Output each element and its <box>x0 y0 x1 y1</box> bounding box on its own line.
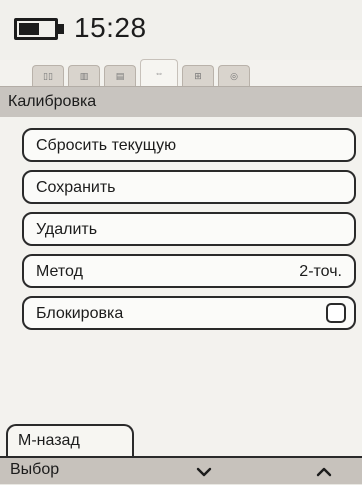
status-bar: 15:28 <box>0 0 362 60</box>
battery-tip <box>58 24 64 34</box>
tab-icon-3: ▤ <box>115 70 125 81</box>
back-label: M-назад <box>18 432 80 449</box>
method-value: 2-точ. <box>299 263 342 280</box>
tab-icon-2: ▥ <box>79 70 89 81</box>
tab-1[interactable]: ▯▯ <box>32 65 64 86</box>
page-title: Калибровка <box>8 93 97 110</box>
battery-icon <box>14 18 58 40</box>
chevron-up-icon[interactable] <box>316 464 332 480</box>
menu-item-lock[interactable]: Блокировка <box>22 296 356 330</box>
tab-2[interactable]: ▥ <box>68 65 100 86</box>
tab-icon-1: ▯▯ <box>43 70 53 81</box>
tab-calibration[interactable]: ⇔ <box>140 59 178 86</box>
softkey-bar: Выбор <box>0 456 362 484</box>
menu-item-delete[interactable]: Удалить <box>22 212 356 246</box>
tab-icon-6: ◎ <box>230 70 238 81</box>
device-screen: 15:28 ▯▯ ▥ ▤ ⇔ ⊞ ◎ Калибровка Сбросить т… <box>0 0 362 484</box>
back-tab[interactable]: M-назад <box>6 424 134 456</box>
menu-item-save[interactable]: Сохранить <box>22 170 356 204</box>
chevron-down-icon[interactable] <box>196 464 212 480</box>
menu-item-label: Сбросить текущую <box>36 137 177 154</box>
tab-6[interactable]: ◎ <box>218 65 250 86</box>
page-header: Калибровка <box>0 86 362 117</box>
menu-item-reset[interactable]: Сбросить текущую <box>22 128 356 162</box>
lock-checkbox[interactable] <box>326 303 346 323</box>
tab-strip: ▯▯ ▥ ▤ ⇔ ⊞ ◎ <box>32 56 272 86</box>
menu-item-label: Сохранить <box>36 179 116 196</box>
menu-list: Сбросить текущую Сохранить Удалить Метод… <box>22 128 356 338</box>
tab-5[interactable]: ⊞ <box>182 65 214 86</box>
tab-3[interactable]: ▤ <box>104 65 136 86</box>
menu-item-label: Метод <box>36 263 83 280</box>
tab-icon-calibration: ⇔ <box>154 68 164 78</box>
select-softkey[interactable]: Выбор <box>10 461 59 479</box>
battery-fill <box>19 23 39 35</box>
clock: 15:28 <box>74 12 147 43</box>
menu-item-label: Удалить <box>36 221 98 238</box>
menu-item-label: Блокировка <box>36 305 124 322</box>
menu-item-method[interactable]: Метод 2-точ. <box>22 254 356 288</box>
tab-icon-5: ⊞ <box>194 70 202 81</box>
